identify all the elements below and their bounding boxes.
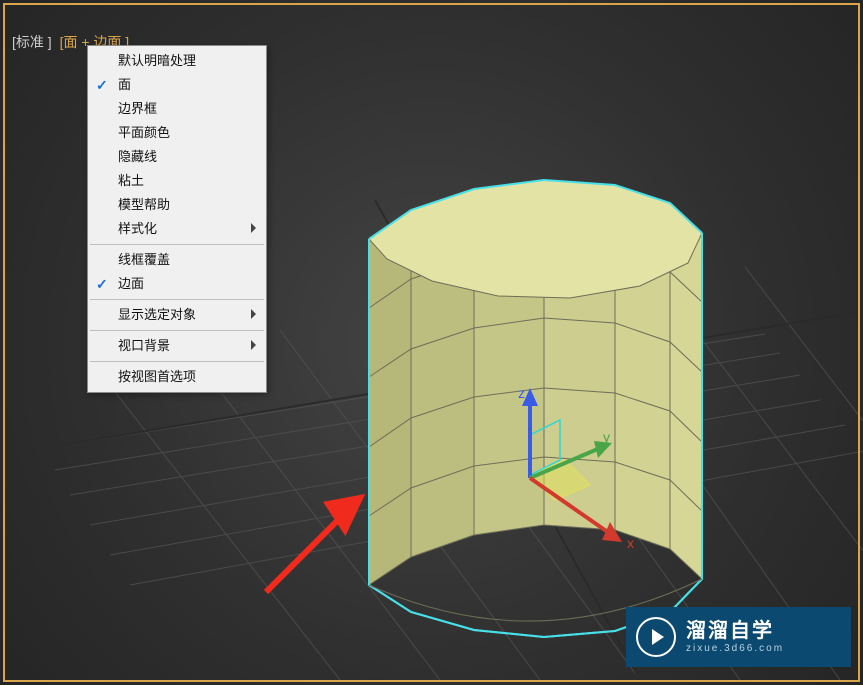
axis-z-label: z <box>518 385 525 401</box>
menu-item-9[interactable]: 边面 <box>88 272 266 296</box>
menu-item-label: 样式化 <box>118 221 157 236</box>
menu-item-label: 模型帮助 <box>118 197 170 212</box>
chevron-right-icon <box>251 309 256 319</box>
annotation-arrow-2 <box>266 498 360 592</box>
chevron-right-icon <box>251 223 256 233</box>
menu-item-label: 平面颜色 <box>118 125 170 140</box>
viewport[interactable]: z y x [标准 ] [面 + 边面 ] 默认明暗处理面边界框平面颜色隐藏线粘… <box>0 0 863 685</box>
menu-item-2[interactable]: 边界框 <box>88 97 266 121</box>
menu-item-10[interactable]: 显示选定对象 <box>88 303 266 327</box>
menu-item-label: 视口背景 <box>118 338 170 353</box>
shading-context-menu[interactable]: 默认明暗处理面边界框平面颜色隐藏线粘土模型帮助样式化线框覆盖边面显示选定对象视口… <box>87 45 267 393</box>
viewport-label-standard[interactable]: [标准 ] <box>12 34 52 50</box>
menu-item-label: 边界框 <box>118 101 157 116</box>
menu-separator <box>90 330 264 331</box>
menu-item-11[interactable]: 视口背景 <box>88 334 266 358</box>
axis-x-label: x <box>627 535 634 551</box>
chevron-right-icon <box>251 340 256 350</box>
menu-item-label: 隐藏线 <box>118 149 157 164</box>
menu-item-label: 边面 <box>118 276 144 291</box>
menu-item-6[interactable]: 模型帮助 <box>88 193 266 217</box>
menu-item-label: 粘土 <box>118 173 144 188</box>
menu-item-label: 面 <box>118 77 131 92</box>
menu-item-1[interactable]: 面 <box>88 73 266 97</box>
menu-separator <box>90 244 264 245</box>
menu-item-label: 按视图首选项 <box>118 369 196 384</box>
cylinder-object <box>369 180 702 637</box>
menu-item-8[interactable]: 线框覆盖 <box>88 248 266 272</box>
menu-separator <box>90 299 264 300</box>
axis-y-label: y <box>603 429 610 445</box>
menu-item-0[interactable]: 默认明暗处理 <box>88 49 266 73</box>
menu-item-7[interactable]: 样式化 <box>88 217 266 241</box>
menu-item-label: 显示选定对象 <box>118 307 196 322</box>
menu-item-label: 线框覆盖 <box>118 252 170 267</box>
menu-item-4[interactable]: 隐藏线 <box>88 145 266 169</box>
menu-item-3[interactable]: 平面颜色 <box>88 121 266 145</box>
menu-item-label: 默认明暗处理 <box>118 53 196 68</box>
menu-separator <box>90 361 264 362</box>
menu-item-12[interactable]: 按视图首选项 <box>88 365 266 389</box>
menu-item-5[interactable]: 粘土 <box>88 169 266 193</box>
